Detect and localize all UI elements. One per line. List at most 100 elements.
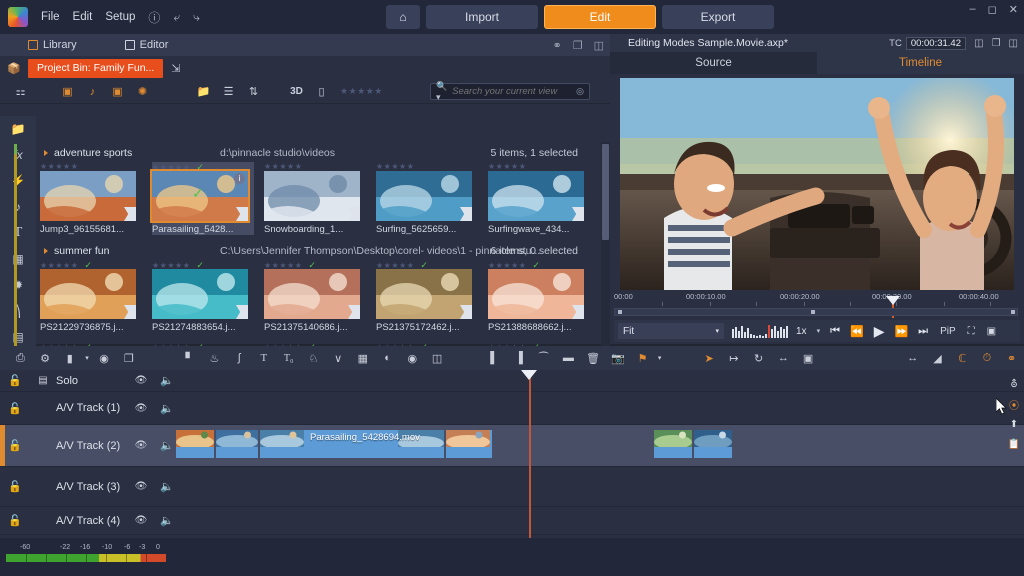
audio-mixer-icon[interactable]: ▘	[177, 352, 202, 365]
trim-tool-icon[interactable]: ↦	[722, 352, 747, 365]
resize-tool-icon[interactable]: ▣	[796, 352, 821, 365]
tab-library[interactable]: Library	[18, 34, 87, 56]
maximize-icon[interactable]: ◻	[988, 3, 997, 16]
record-icon[interactable]: ◉	[92, 352, 117, 365]
new-timeline-icon[interactable]: ⎙	[8, 352, 33, 365]
item-rating-stars[interactable]: ★★★★★	[488, 162, 590, 171]
item-thumbnail[interactable]: i✓	[152, 171, 248, 221]
mode-export-button[interactable]: Export	[662, 5, 774, 29]
item-rating-stars[interactable]: ★★★★★	[40, 162, 142, 171]
item-thumbnail[interactable]	[376, 269, 472, 319]
magnet-snap-icon[interactable]: ℂ	[950, 352, 975, 365]
delete-icon[interactable]: 🗑	[581, 352, 606, 365]
scrub-audio-icon[interactable]: ⏱	[975, 352, 1000, 365]
item-thumbnail[interactable]	[264, 171, 360, 221]
mark-out-icon[interactable]: ▐	[507, 352, 532, 364]
info-icon[interactable]: ◫	[1009, 38, 1018, 49]
menu-setup[interactable]: Setup	[105, 11, 135, 23]
minimize-icon[interactable]: –	[970, 3, 976, 16]
fullscreen-icon[interactable]: ◫	[974, 38, 983, 49]
home-icon[interactable]: ⌂	[386, 5, 420, 29]
group-header-adventure-sports[interactable]: adventure sports d:\pinnacle studio\vide…	[40, 146, 602, 162]
eye-icon[interactable]: 👁	[128, 375, 154, 386]
group-header-summer-fun[interactable]: summer fun C:\Users\Jennifer Thompson\De…	[40, 244, 602, 260]
play-icon[interactable]: ▶	[874, 323, 885, 340]
folder-icon[interactable]: 📁	[191, 85, 216, 98]
redo-arrow-icon[interactable]: ⤷	[193, 10, 200, 25]
item-rating-stars[interactable]: ★★★★★✓	[40, 260, 142, 269]
chevron-down-icon[interactable]: ▾	[82, 354, 92, 362]
title-motion-icon[interactable]: T₀	[276, 353, 301, 364]
tag-toggle-icon[interactable]: ▯	[309, 85, 334, 98]
item-thumbnail[interactable]	[40, 269, 136, 319]
track-lane[interactable]	[168, 392, 1008, 424]
lock-icon[interactable]: 🔓	[0, 514, 30, 527]
eye-icon[interactable]: 👁	[128, 481, 154, 492]
mode-edit-button[interactable]: Edit	[544, 5, 656, 29]
menu-edit[interactable]: Edit	[73, 11, 93, 23]
folder-icon[interactable]: 📁	[0, 116, 36, 142]
tab-editor[interactable]: Editor	[115, 34, 179, 56]
chevron-down-icon[interactable]: ▾	[817, 327, 821, 335]
title-icon[interactable]: T	[252, 352, 277, 364]
help-circle-icon[interactable]: ⓘ	[148, 9, 160, 26]
transition-icon[interactable]: ʃ	[227, 352, 252, 364]
effects-icon[interactable]: ✺	[130, 85, 155, 98]
photo-icon[interactable]: ▣	[105, 85, 130, 98]
eye-icon[interactable]: 👁	[128, 440, 154, 451]
video-icon[interactable]: ▣	[55, 85, 80, 98]
go-to-start-icon[interactable]: ⏮	[830, 325, 840, 338]
audio-key-icon[interactable]: ♘	[301, 352, 326, 365]
paste-icon[interactable]: 📋	[1004, 434, 1024, 454]
timeline-track-3[interactable]: 🔓 A/V Track (3) 👁 🔈	[0, 467, 1024, 507]
project-bin-chip[interactable]: Project Bin: Family Fun...	[28, 59, 163, 78]
media-icon[interactable]: ◫	[425, 352, 450, 365]
chevron-down-icon[interactable]: ▾	[655, 354, 665, 362]
timeline-clip[interactable]	[176, 430, 214, 458]
item-rating-stars[interactable]: ★★★★★✓	[488, 260, 590, 269]
timeline-track-2[interactable]: 🔓 A/V Track (2) 👁 🔈 Parasailing_5428694.…	[0, 425, 1024, 467]
timeline-clip[interactable]	[216, 430, 258, 458]
track-lane[interactable]	[168, 467, 1008, 506]
step-back-icon[interactable]: ⏪	[850, 325, 864, 338]
rating-filter-stars[interactable]: ★★★★★	[340, 86, 383, 97]
fx-icon[interactable]: fx	[0, 142, 36, 168]
lock-icon[interactable]: 🔓	[0, 402, 30, 415]
library-item[interactable]: ★★★★★Surfing_5625659...	[376, 162, 478, 235]
storyboard-icon[interactable]: ▮	[57, 352, 82, 365]
item-rating-stars[interactable]: ★★★★★✓	[264, 260, 366, 269]
adjust-icon[interactable]: ◢	[925, 352, 950, 365]
item-thumbnail[interactable]	[40, 171, 136, 221]
library-item[interactable]: ★★★★★✓i✓Parasailing_5428...	[152, 162, 254, 235]
timeline-clip[interactable]: Parasailing_5428694.mov	[260, 430, 444, 458]
item-thumbnail[interactable]	[488, 269, 584, 319]
media-tag-icon[interactable]: ⚏	[8, 85, 33, 98]
timeline-track-1[interactable]: 🔓 A/V Track (1) 👁 🔈	[0, 392, 1024, 425]
item-rating-stars[interactable]: ★★★★★	[264, 162, 366, 171]
clear-circle-icon[interactable]: ◎	[576, 86, 584, 97]
marker-icon[interactable]: ⚑	[630, 352, 655, 365]
lock-icon[interactable]: 🔓	[0, 480, 30, 493]
timeline-clip[interactable]	[694, 430, 732, 458]
list-icon[interactable]: ☰	[216, 85, 241, 98]
library-item[interactable]: ★★★★★Surfingwave_434...	[488, 162, 590, 235]
tab-source[interactable]: Source	[610, 52, 817, 74]
library-item[interactable]: ★★★★★✓PS21375172462.j...	[376, 260, 478, 333]
library-item[interactable]: ★★★★★✓PS21229736875.j...	[40, 260, 142, 333]
fit-mode-select[interactable]: Fit ▾	[618, 323, 724, 339]
library-item[interactable]: ★★★★★Snowboarding_1...	[264, 162, 366, 235]
track-lane[interactable]: Parasailing_5428694.mov	[168, 428, 1008, 463]
grid-icon[interactable]: ▦	[350, 352, 375, 365]
fullscreen-preview-icon[interactable]: ▣	[987, 326, 996, 337]
timecode-value[interactable]: 00:00:31.42	[906, 37, 966, 50]
item-rating-stars[interactable]: ★★★★★✓	[152, 260, 254, 269]
item-rating-stars[interactable]: ★★★★★✓	[376, 260, 478, 269]
popout-icon[interactable]: ⇲	[171, 62, 180, 75]
lock-icon[interactable]: 🔓	[0, 439, 30, 452]
slip-tool-icon[interactable]: ↔	[771, 352, 796, 364]
preview-scrubber[interactable]	[614, 308, 1018, 316]
preview-playhead-handle[interactable]	[886, 296, 900, 305]
keyboard-icon[interactable]: ⎞	[0, 298, 36, 324]
pip-button[interactable]: PiP	[940, 326, 956, 337]
eye-icon[interactable]: 👁	[128, 515, 154, 526]
